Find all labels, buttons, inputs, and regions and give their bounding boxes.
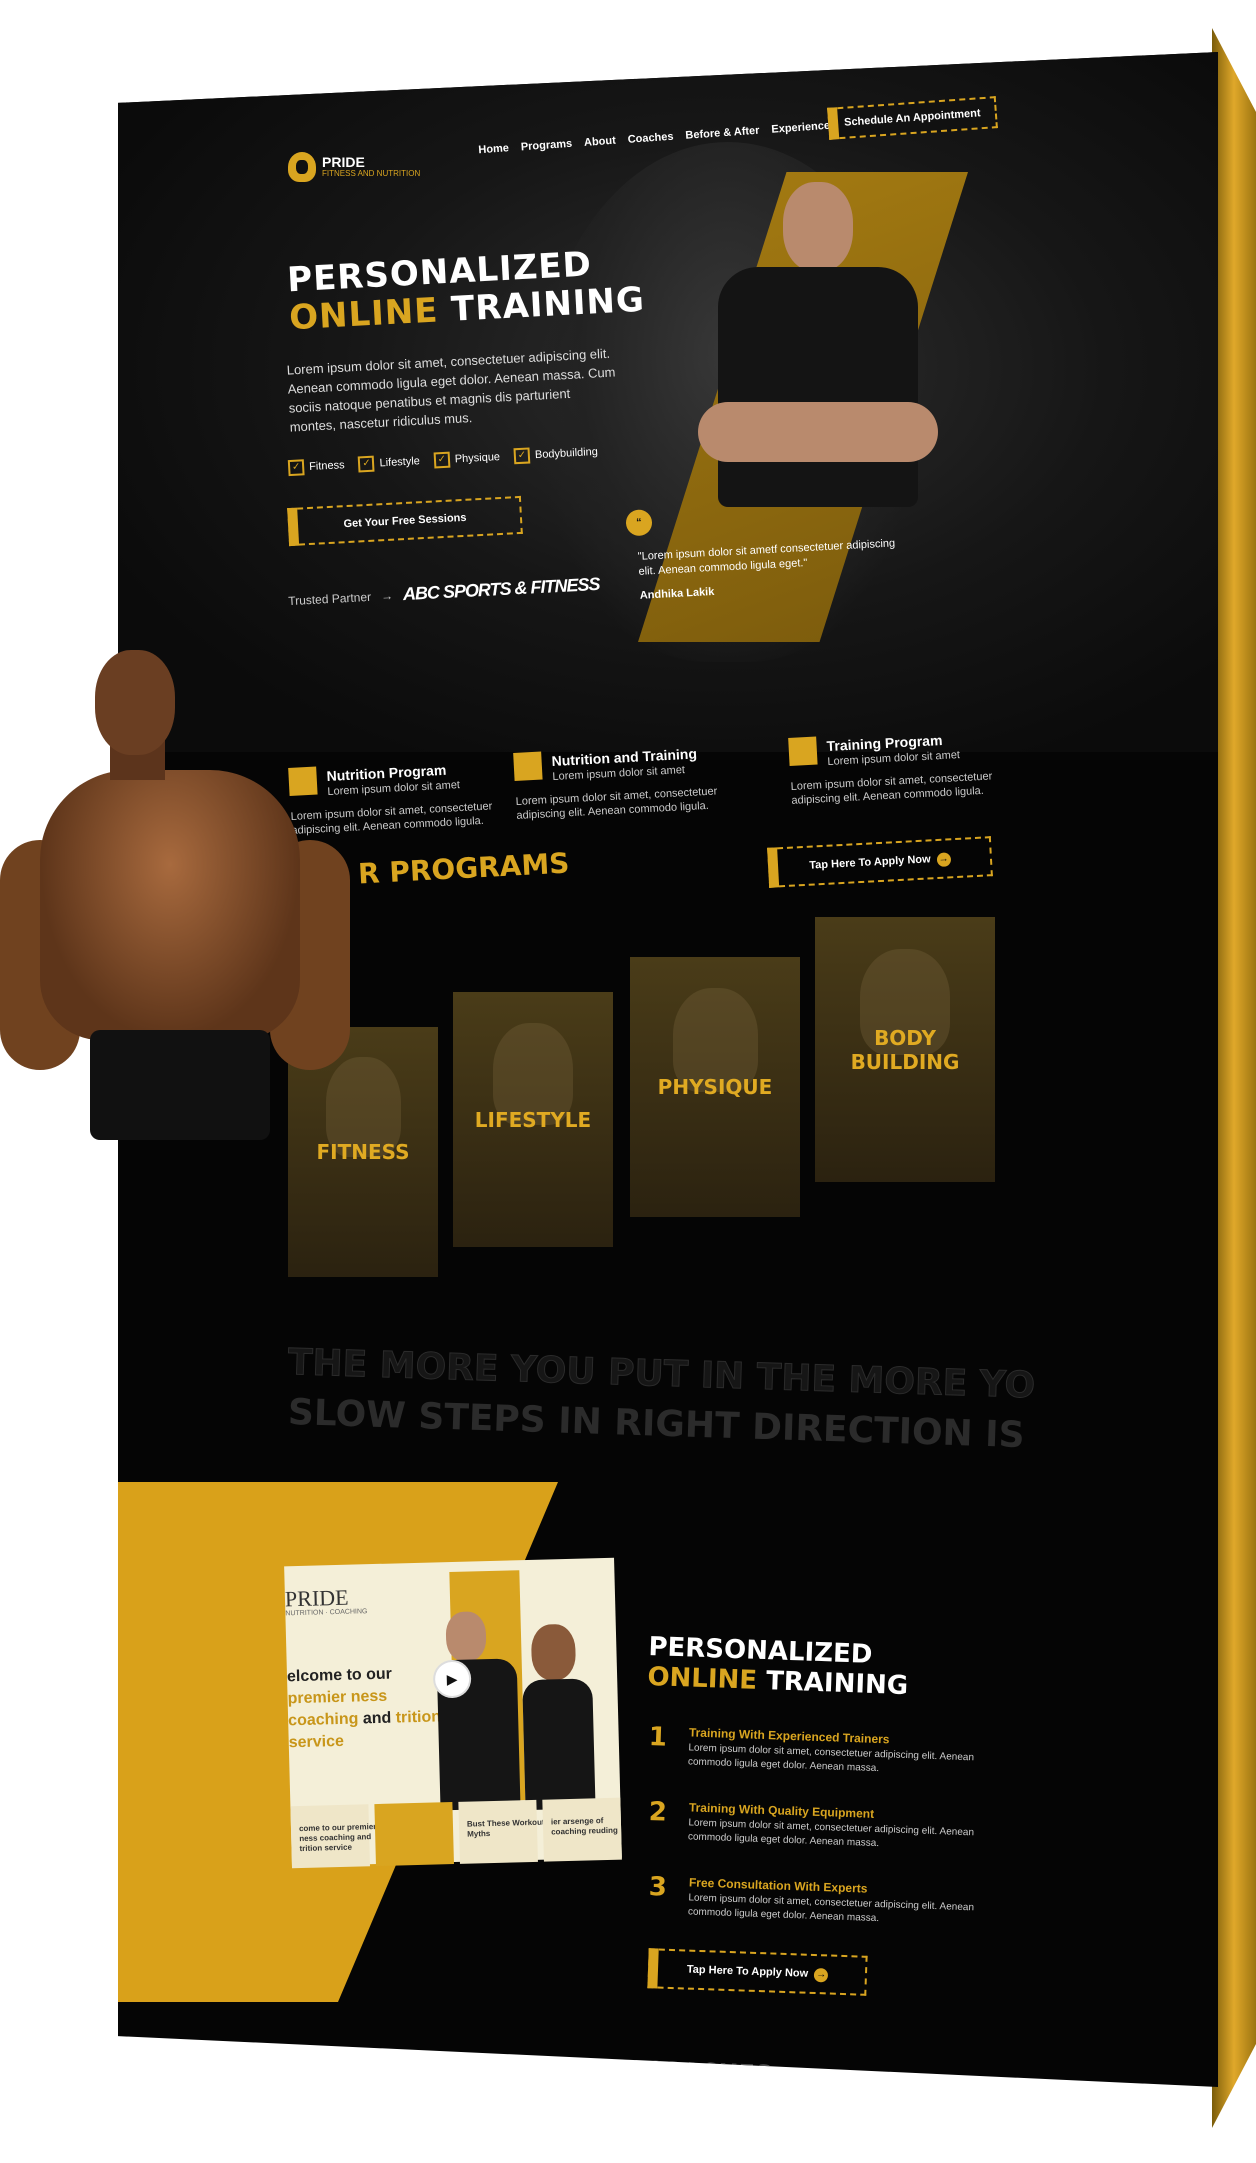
partner-label: Trusted Partner — [287, 589, 372, 608]
training-title-rest: TRAINING — [765, 1666, 909, 1702]
coach-shirt — [718, 267, 918, 507]
check-label: Bodybuilding — [534, 445, 599, 462]
feature-description: Lorem ipsum dolor sit amet, consectetuer… — [515, 785, 718, 822]
nav-about[interactable]: About — [584, 135, 617, 149]
thumbnail-text: Bust These Workout Myths — [466, 1817, 545, 1839]
lion-logo-icon — [288, 152, 316, 182]
check-label: Physique — [454, 451, 501, 466]
video-preview[interactable]: PRIDE NUTRITION · COACHING elcome to our… — [284, 1557, 622, 1869]
nav-programs[interactable]: Programs — [520, 138, 572, 154]
logo-subtitle: FITNESS AND NUTRITION — [322, 169, 421, 178]
coach-arms — [698, 402, 938, 462]
programs-heading: R PROGRAMS — [357, 846, 571, 891]
coaches-heading: OUR COACHES — [577, 2053, 773, 2087]
training-steps: 1 Training With Experienced Trainers Lor… — [648, 1722, 1008, 1947]
partner-logo[interactable]: ABC SPORTS & FITNESS — [402, 574, 600, 605]
check-label: Fitness — [308, 459, 345, 474]
step-item: 1 Training With Experienced Trainers Lor… — [647, 1722, 1009, 1810]
step-description: Lorem ipsum dolor sit amet, consectetuer… — [687, 1817, 975, 1850]
check-label: Lifestyle — [379, 455, 421, 470]
check-physique: ✓ Physique — [433, 449, 501, 469]
nav-experience[interactable]: Experience — [771, 120, 830, 136]
video-text-gold: premier — [287, 1688, 347, 1708]
testimonial-quote: “ "Lorem ipsum dolor sit ametf consectet… — [625, 494, 950, 621]
step-number: 1 — [648, 1722, 668, 1753]
training-title-gold: ONLINE — [646, 1662, 758, 1696]
apply-now-label: Tap Here To Apply Now — [809, 853, 931, 872]
quote-author: Andhika Lakik — [639, 585, 715, 602]
quote-text: "Lorem ipsum dolor sit ametf consectetue… — [637, 537, 896, 578]
checkmark-icon: ✓ — [513, 447, 531, 465]
heartbeat-icon — [513, 751, 543, 781]
hero-title-gold: ONLINE — [288, 290, 440, 339]
thumbnail[interactable]: come to our premier ness coaching and tr… — [290, 1804, 376, 1869]
thumbnail[interactable]: Bust These Workout Myths — [458, 1799, 545, 1864]
coach-head — [530, 1623, 577, 1681]
step-number: 3 — [648, 1872, 668, 1903]
program-card-label: LIFESTYLE — [474, 1107, 592, 1132]
feature-nutrition-and-training: Nutrition and Training Lorem ipsum dolor… — [513, 741, 743, 822]
arrow-right-icon: → — [380, 588, 394, 603]
apply-now-button-2[interactable]: Tap Here To Apply Now → — [647, 1948, 868, 1996]
check-lifestyle: ✓ Lifestyle — [358, 453, 421, 473]
nav-home[interactable]: Home — [478, 142, 509, 156]
program-card-bodybuilding[interactable]: BODY BUILDING — [815, 917, 995, 1182]
video-thumbnails: come to our premier ness coaching and tr… — [290, 1797, 622, 1869]
site-logo[interactable]: PRIDE FITNESS AND NUTRITION — [288, 152, 420, 182]
apply-now-button[interactable]: Tap Here To Apply Now → — [767, 836, 993, 888]
logo-title: PRIDE — [322, 154, 365, 170]
video-headline: elcome to our premier ness coaching and … — [287, 1662, 449, 1754]
video-text: elcome to our — [286, 1665, 393, 1686]
thumbnail-text — [383, 1820, 463, 1822]
feature-description: Lorem ipsum dolor sit amet, consectetuer… — [790, 770, 993, 807]
trusted-partner: Trusted Partner → ABC SPORTS & FITNESS — [288, 574, 600, 611]
feature-training-program: Training Program Lorem ipsum dolor sit a… — [788, 726, 1018, 807]
arrow-circle-icon: → — [936, 852, 952, 868]
bodybuilder-torso — [40, 770, 300, 1040]
program-card-lifestyle[interactable]: LIFESTYLE — [453, 992, 613, 1247]
features-row: Nutrition Program Lorem ipsum dolor sit … — [288, 712, 1188, 837]
thumbnail-text: ier arsenge of coaching reuding — [550, 1816, 618, 1837]
apply-now-label: Tap Here To Apply Now — [686, 1963, 809, 1980]
coach-shirt — [522, 1678, 596, 1811]
step-item: 3 Free Consultation With Experts Lorem i… — [647, 1872, 1009, 1960]
dumbbell-icon — [788, 736, 818, 766]
arrow-circle-icon: → — [813, 1967, 829, 1983]
thumbnail-text: come to our premier ness coaching and tr… — [298, 1822, 377, 1854]
checkmark-icon: ✓ — [287, 459, 305, 477]
coach-head — [783, 182, 853, 272]
check-fitness: ✓ Fitness — [287, 457, 345, 477]
bodybuilder-head — [95, 650, 175, 755]
thumbnail[interactable] — [374, 1802, 454, 1867]
bodybuilder-shorts — [90, 1030, 270, 1140]
program-card-label: PHYSIQUE — [657, 1075, 773, 1099]
program-card-label: BODY BUILDING — [850, 1025, 960, 1074]
nav-before-after[interactable]: Before & After — [685, 125, 760, 142]
checkmark-icon: ✓ — [433, 451, 451, 469]
program-card-physique[interactable]: PHYSIQUE — [630, 957, 800, 1217]
video-logo-subtitle: NUTRITION · COACHING — [285, 1608, 368, 1618]
training-heading: PERSONALIZED ONLINE TRAINING — [647, 1632, 910, 1701]
thumbnail[interactable]: ier arsenge of coaching reuding — [542, 1797, 622, 1862]
coach-head — [445, 1611, 487, 1663]
page-edge-decoration — [1212, 28, 1256, 2128]
nav-coaches[interactable]: Coaches — [627, 131, 674, 146]
video-text: and — [362, 1709, 392, 1728]
step-description: Lorem ipsum dolor sit amet, consectetuer… — [687, 1892, 975, 1925]
step-item: 2 Training With Quality Equipment Lorem … — [647, 1797, 1009, 1885]
step-number: 2 — [648, 1797, 668, 1828]
free-sessions-button[interactable]: Get Your Free Sessions — [287, 495, 523, 547]
step-description: Lorem ipsum dolor sit amet, consectetuer… — [687, 1742, 975, 1775]
checkmark-icon: ✓ — [358, 455, 375, 473]
quote-icon: “ — [625, 509, 653, 537]
schedule-appointment-button[interactable]: Schedule An Appointment — [827, 96, 998, 140]
bodybuilder-photo — [0, 640, 360, 1160]
